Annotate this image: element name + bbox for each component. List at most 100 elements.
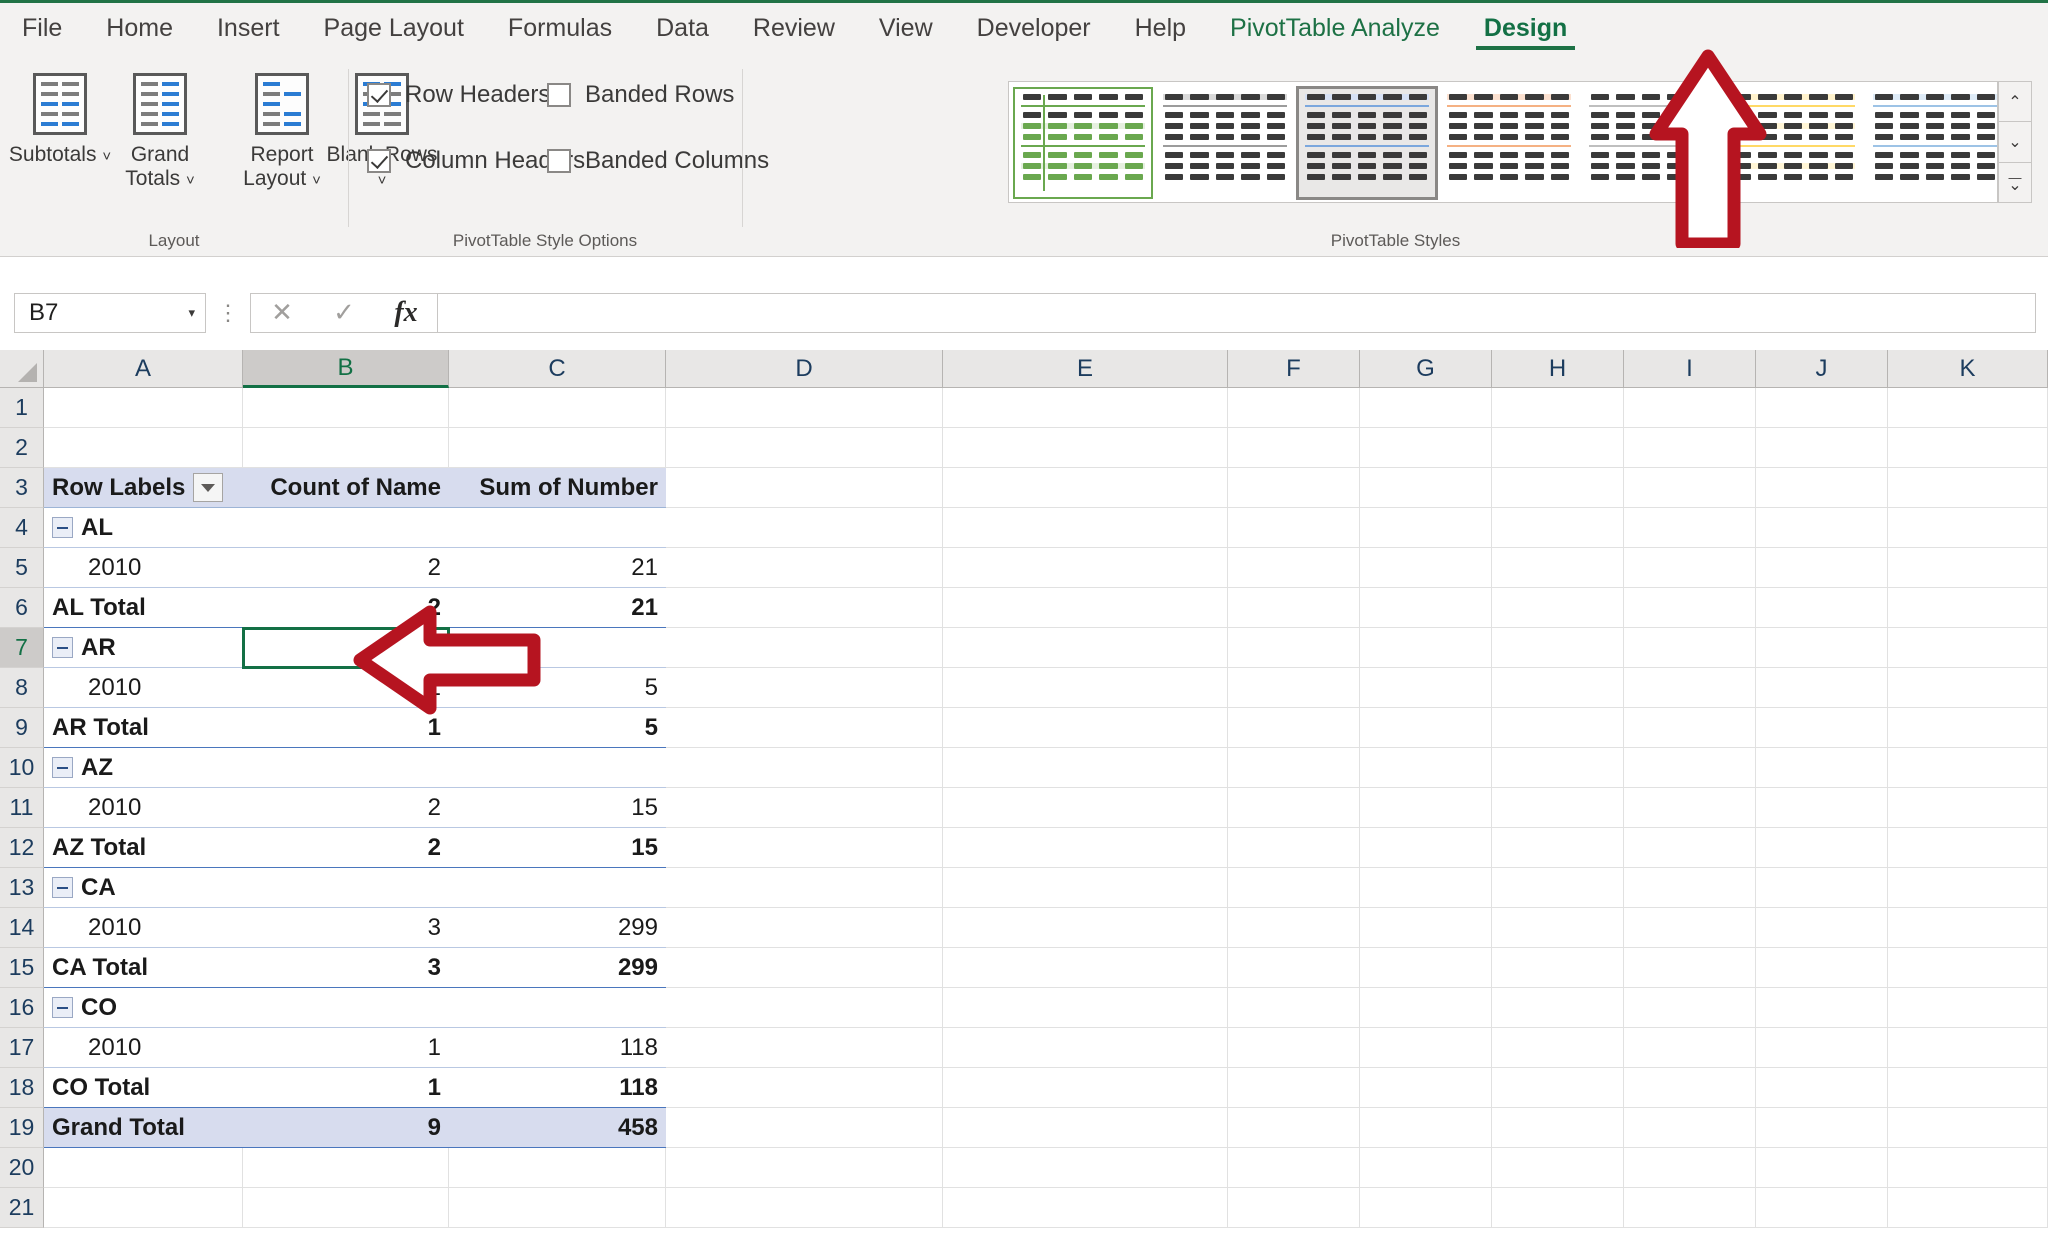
cell-J10[interactable]	[1756, 748, 1888, 788]
filter-dropdown-icon[interactable]	[193, 473, 224, 502]
cell-G17[interactable]	[1360, 1028, 1492, 1068]
cell-D8[interactable]	[666, 668, 943, 708]
cell-K5[interactable]	[1888, 548, 2048, 588]
cell-D11[interactable]	[666, 788, 943, 828]
cell-K1[interactable]	[1888, 388, 2048, 428]
ribbon-tab-home[interactable]: Home	[84, 3, 195, 53]
pivot-row-label-10[interactable]: AZ	[44, 748, 243, 788]
cell-D13[interactable]	[666, 868, 943, 908]
cell-I2[interactable]	[1624, 428, 1756, 468]
cell-J18[interactable]	[1756, 1068, 1888, 1108]
cell-J21[interactable]	[1756, 1188, 1888, 1228]
cell-G7[interactable]	[1360, 628, 1492, 668]
insert-function-icon[interactable]: fx	[375, 294, 437, 332]
cell-I17[interactable]	[1624, 1028, 1756, 1068]
collapse-icon[interactable]	[52, 757, 73, 778]
cell-E6[interactable]	[943, 588, 1228, 628]
cell-I5[interactable]	[1624, 548, 1756, 588]
cell-I21[interactable]	[1624, 1188, 1756, 1228]
pivot-count-8[interactable]: 1	[243, 668, 449, 708]
cell-J1[interactable]	[1756, 388, 1888, 428]
row-header-12[interactable]: 12	[0, 828, 44, 868]
pivot-count-18[interactable]: 1	[243, 1068, 449, 1108]
pivot-sum-8[interactable]: 5	[449, 668, 666, 708]
ribbon-tab-formulas[interactable]: Formulas	[486, 3, 634, 53]
pivot-sum-9[interactable]: 5	[449, 708, 666, 748]
cell-H12[interactable]	[1492, 828, 1624, 868]
cell-E13[interactable]	[943, 868, 1228, 908]
cell-G13[interactable]	[1360, 868, 1492, 908]
cell-J17[interactable]	[1756, 1028, 1888, 1068]
style-thumbnail-4[interactable]	[1583, 89, 1719, 197]
cell-H20[interactable]	[1492, 1148, 1624, 1188]
pivot-count-5[interactable]: 2	[243, 548, 449, 588]
cell-D17[interactable]	[666, 1028, 943, 1068]
row-header-9[interactable]: 9	[0, 708, 44, 748]
cell-D19[interactable]	[666, 1108, 943, 1148]
scroll-down-button[interactable]: ⌄	[1998, 121, 2032, 162]
cell-F5[interactable]	[1228, 548, 1360, 588]
cell-B20[interactable]	[243, 1148, 449, 1188]
cell-E15[interactable]	[943, 948, 1228, 988]
cell-A20[interactable]	[44, 1148, 243, 1188]
formula-input[interactable]	[438, 292, 2036, 333]
pivot-count-10[interactable]	[243, 748, 449, 788]
column-header-C[interactable]: C	[449, 350, 666, 388]
formula-bar-grip[interactable]: ⋮	[206, 301, 250, 322]
ribbon-tab-help[interactable]: Help	[1113, 3, 1208, 53]
pivot-row-label-17[interactable]: 2010	[44, 1028, 243, 1068]
cell-E17[interactable]	[943, 1028, 1228, 1068]
cell-B1[interactable]	[243, 388, 449, 428]
pivot-count-17[interactable]: 1	[243, 1028, 449, 1068]
cell-J13[interactable]	[1756, 868, 1888, 908]
cell-E5[interactable]	[943, 548, 1228, 588]
ribbon-tab-developer[interactable]: Developer	[955, 3, 1113, 53]
cell-H19[interactable]	[1492, 1108, 1624, 1148]
style-thumbnail-6[interactable]	[1867, 89, 1997, 197]
cell-I15[interactable]	[1624, 948, 1756, 988]
cell-I7[interactable]	[1624, 628, 1756, 668]
pivot-sum-15[interactable]: 299	[449, 948, 666, 988]
cell-H6[interactable]	[1492, 588, 1624, 628]
cell-J16[interactable]	[1756, 988, 1888, 1028]
cell-E12[interactable]	[943, 828, 1228, 868]
cell-G9[interactable]	[1360, 708, 1492, 748]
style-thumbnail-2[interactable]	[1296, 86, 1438, 200]
column-header-I[interactable]: I	[1624, 350, 1756, 388]
cell-C20[interactable]	[449, 1148, 666, 1188]
collapse-icon[interactable]	[52, 637, 73, 658]
chevron-down-icon[interactable]: ˅	[186, 172, 195, 189]
cell-G20[interactable]	[1360, 1148, 1492, 1188]
ribbon-tab-view[interactable]: View	[857, 3, 955, 53]
cell-G1[interactable]	[1360, 388, 1492, 428]
cell-J8[interactable]	[1756, 668, 1888, 708]
cell-I6[interactable]	[1624, 588, 1756, 628]
cell-F17[interactable]	[1228, 1028, 1360, 1068]
cell-C2[interactable]	[449, 428, 666, 468]
cell-I11[interactable]	[1624, 788, 1756, 828]
cell-D2[interactable]	[666, 428, 943, 468]
empty-checkbox-icon[interactable]	[547, 83, 571, 107]
cell-G18[interactable]	[1360, 1068, 1492, 1108]
cell-K7[interactable]	[1888, 628, 2048, 668]
cell-I18[interactable]	[1624, 1068, 1756, 1108]
pivot-sum-4[interactable]	[449, 508, 666, 548]
cell-D20[interactable]	[666, 1148, 943, 1188]
cell-A21[interactable]	[44, 1188, 243, 1228]
cell-K20[interactable]	[1888, 1148, 2048, 1188]
cell-D7[interactable]	[666, 628, 943, 668]
chevron-down-icon[interactable]: ˅	[312, 172, 321, 189]
pivot-sum-13[interactable]	[449, 868, 666, 908]
cell-H2[interactable]	[1492, 428, 1624, 468]
cell-G11[interactable]	[1360, 788, 1492, 828]
cell-F9[interactable]	[1228, 708, 1360, 748]
pivot-count-13[interactable]	[243, 868, 449, 908]
pivot-sum-18[interactable]: 118	[449, 1068, 666, 1108]
cell-K11[interactable]	[1888, 788, 2048, 828]
row-header-8[interactable]: 8	[0, 668, 44, 708]
cell-D15[interactable]	[666, 948, 943, 988]
cell-K21[interactable]	[1888, 1188, 2048, 1228]
pivot-row-label-7[interactable]: AR	[44, 628, 243, 668]
cell-H1[interactable]	[1492, 388, 1624, 428]
pivot-count-16[interactable]	[243, 988, 449, 1028]
